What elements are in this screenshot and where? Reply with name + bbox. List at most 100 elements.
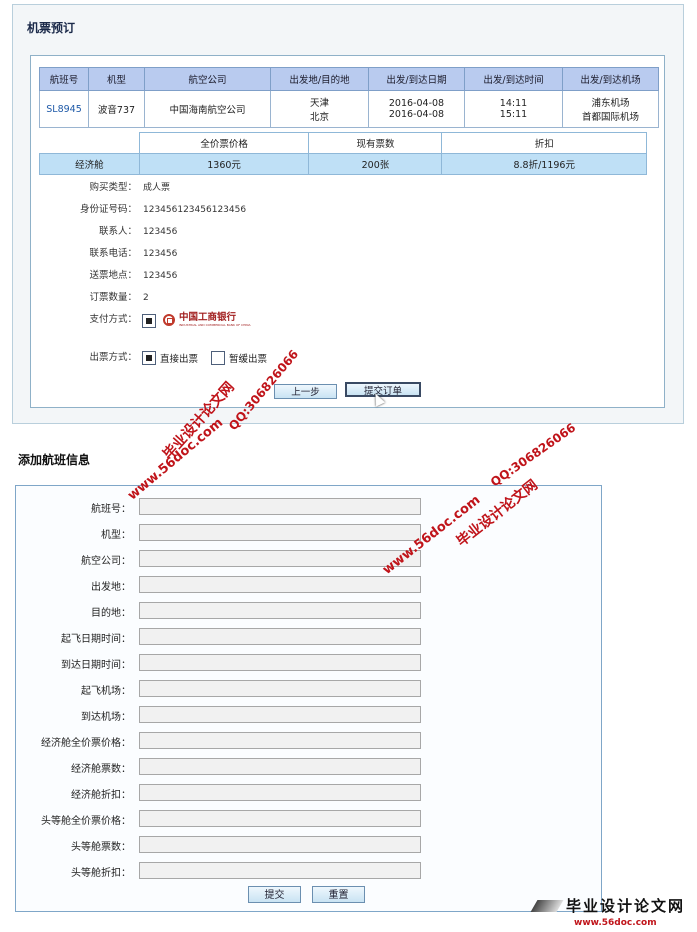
id-number-value: 123456123456123456 <box>143 205 247 215</box>
destination-text: 北京 <box>309 112 329 123</box>
departure-airport-input[interactable] <box>139 680 421 697</box>
price-header-full-price: 全价票价格 <box>138 132 310 154</box>
aircraft-cell: 波音737 <box>88 90 145 128</box>
delivery-address-value: 123456 <box>143 271 178 281</box>
arrival-datetime-input[interactable] <box>139 654 421 671</box>
price-header-tickets: 现有票数 <box>308 132 443 154</box>
economy-price-label: 经济舱全价票价格： <box>41 738 131 749</box>
col-header-dates: 出发/到达日期 <box>368 67 465 91</box>
payment-label: 支付方式： <box>89 314 137 325</box>
booking-panel: 机票预订 航班号 机型 航空公司 出发地/目的地 出发/到达日期 出发/到达时间… <box>12 4 684 424</box>
economy-tickets-input[interactable] <box>139 758 421 775</box>
departure-datetime-input[interactable] <box>139 628 421 645</box>
arrival-time-text: 15:11 <box>499 109 528 120</box>
origin-input[interactable] <box>139 576 421 593</box>
footer-logo: 毕业设计论文网 <box>530 897 686 915</box>
price-table: 全价票价格 现有票数 折扣 经济舱 1360元 200张 8.8折/1196元 <box>39 132 647 175</box>
departure-airport-text: 浦东机场 <box>591 98 630 109</box>
destination-input[interactable] <box>139 602 421 619</box>
origin-text: 天津 <box>309 98 329 109</box>
price-header-discount: 折扣 <box>441 132 647 154</box>
flight-table: 航班号 机型 航空公司 出发地/目的地 出发/到达日期 出发/到达时间 出发/到… <box>39 67 659 128</box>
discount-cell: 8.8折/1196元 <box>441 153 647 175</box>
bank-name: 中国工商银行 <box>179 312 237 323</box>
departure-datetime-label: 起飞日期时间： <box>61 634 131 645</box>
quantity-value: 2 <box>143 293 149 303</box>
footer-url: www.56doc.com <box>574 918 657 928</box>
arrival-airport-text: 首都国际机场 <box>581 112 639 123</box>
economy-tickets-label: 经济舱票数： <box>71 764 131 775</box>
dates-cell: 2016-04-08 2016-04-08 <box>368 90 465 128</box>
col-header-times: 出发/到达时间 <box>464 67 563 91</box>
arrival-airport-input[interactable] <box>139 706 421 723</box>
icbc-option: 中国工商银行 INDUSTRIAL AND COMMERCIAL BANK OF… <box>163 313 251 327</box>
contact-label: 联系人： <box>98 226 137 237</box>
purchase-type-label: 购买类型： <box>89 182 137 193</box>
phone-label: 联系电话： <box>89 248 137 259</box>
destination-label: 目的地： <box>91 608 131 619</box>
col-header-airports: 出发/到达机场 <box>562 67 659 91</box>
quantity-label: 订票数量： <box>89 292 137 303</box>
ticket-method-label: 出票方式： <box>89 352 137 363</box>
aircraft-input[interactable] <box>139 524 421 541</box>
aircraft-label: 机型： <box>101 530 131 541</box>
origin-label: 出发地： <box>91 582 131 593</box>
departure-time-text: 14:11 <box>499 98 528 109</box>
route-cell: 天津 北京 <box>270 90 369 128</box>
purchase-type-value: 成人票 <box>143 183 171 193</box>
first-class-discount-label: 头等舱折扣： <box>71 868 131 879</box>
submit-order-button[interactable]: 提交订单 <box>345 382 421 397</box>
times-cell: 14:11 15:11 <box>464 90 563 128</box>
col-header-airline: 航空公司 <box>144 67 271 91</box>
first-class-discount-input[interactable] <box>139 862 421 879</box>
ticket-radio-direct[interactable] <box>142 351 156 365</box>
table-row: SL8945 波音737 中国海南航空公司 天津 北京 2016-04-08 2… <box>39 90 659 128</box>
bank-subtitle: INDUSTRIAL AND COMMERCIAL BANK OF CHINA <box>179 323 251 327</box>
full-price-cell: 1360元 <box>138 153 310 175</box>
flight-table-header-row: 航班号 机型 航空公司 出发地/目的地 出发/到达日期 出发/到达时间 出发/到… <box>39 67 659 91</box>
id-number-label: 身份证号码： <box>79 204 137 215</box>
table-row: 经济舱 1360元 200张 8.8折/1196元 <box>39 153 647 175</box>
airline-cell: 中国海南航空公司 <box>144 90 271 128</box>
col-header-aircraft: 机型 <box>88 67 145 91</box>
delivery-address-label: 送票地点： <box>89 270 137 281</box>
contact-value: 123456 <box>143 227 178 237</box>
flight-no-label: 航班号： <box>91 504 131 515</box>
flight-no-input[interactable] <box>139 498 421 515</box>
submit-button[interactable]: 提交 <box>248 886 301 903</box>
icbc-logo-text: 中国工商银行 INDUSTRIAL AND COMMERCIAL BANK OF… <box>179 312 251 328</box>
phone-value: 123456 <box>143 249 178 259</box>
first-class-tickets-input[interactable] <box>139 836 421 853</box>
departure-airport-label: 起飞机场： <box>81 686 131 697</box>
reset-button[interactable]: 重置 <box>312 886 365 903</box>
ticket-option-defer-label: 暂缓出票 <box>229 354 268 365</box>
icbc-logo-icon <box>163 314 175 326</box>
ticket-radio-defer[interactable] <box>211 351 225 365</box>
pen-icon <box>530 900 564 912</box>
price-header-blank <box>39 132 140 154</box>
economy-price-input[interactable] <box>139 732 421 749</box>
first-class-price-label: 头等舱全价票价格： <box>41 816 131 827</box>
price-header-row: 全价票价格 现有票数 折扣 <box>39 132 647 154</box>
arrival-datetime-label: 到达日期时间： <box>61 660 131 671</box>
first-class-price-input[interactable] <box>139 810 421 827</box>
flight-no-link[interactable]: SL8945 <box>39 90 89 128</box>
airline-label: 航空公司： <box>81 556 131 567</box>
airline-input[interactable] <box>139 550 421 567</box>
booking-inner-frame: 航班号 机型 航空公司 出发地/目的地 出发/到达日期 出发/到达时间 出发/到… <box>30 55 665 408</box>
departure-date-text: 2016-04-08 <box>388 98 445 109</box>
add-flight-title: 添加航班信息 <box>18 453 91 467</box>
arrival-airport-label: 到达机场： <box>81 712 131 723</box>
airports-cell: 浦东机场 首都国际机场 <box>562 90 659 128</box>
arrival-date-text: 2016-04-08 <box>388 109 445 120</box>
economy-discount-input[interactable] <box>139 784 421 801</box>
economy-discount-label: 经济舱折扣： <box>71 790 131 801</box>
footer-brand: 毕业设计论文网 <box>566 897 686 915</box>
first-class-tickets-label: 头等舱票数： <box>71 842 131 853</box>
ticket-option-direct-label: 直接出票 <box>160 354 199 365</box>
col-header-flight-no: 航班号 <box>39 67 89 91</box>
prev-step-button[interactable]: 上一步 <box>274 384 337 399</box>
tickets-cell: 200张 <box>308 153 443 175</box>
payment-radio-icbc[interactable] <box>142 314 156 328</box>
col-header-route: 出发地/目的地 <box>270 67 369 91</box>
